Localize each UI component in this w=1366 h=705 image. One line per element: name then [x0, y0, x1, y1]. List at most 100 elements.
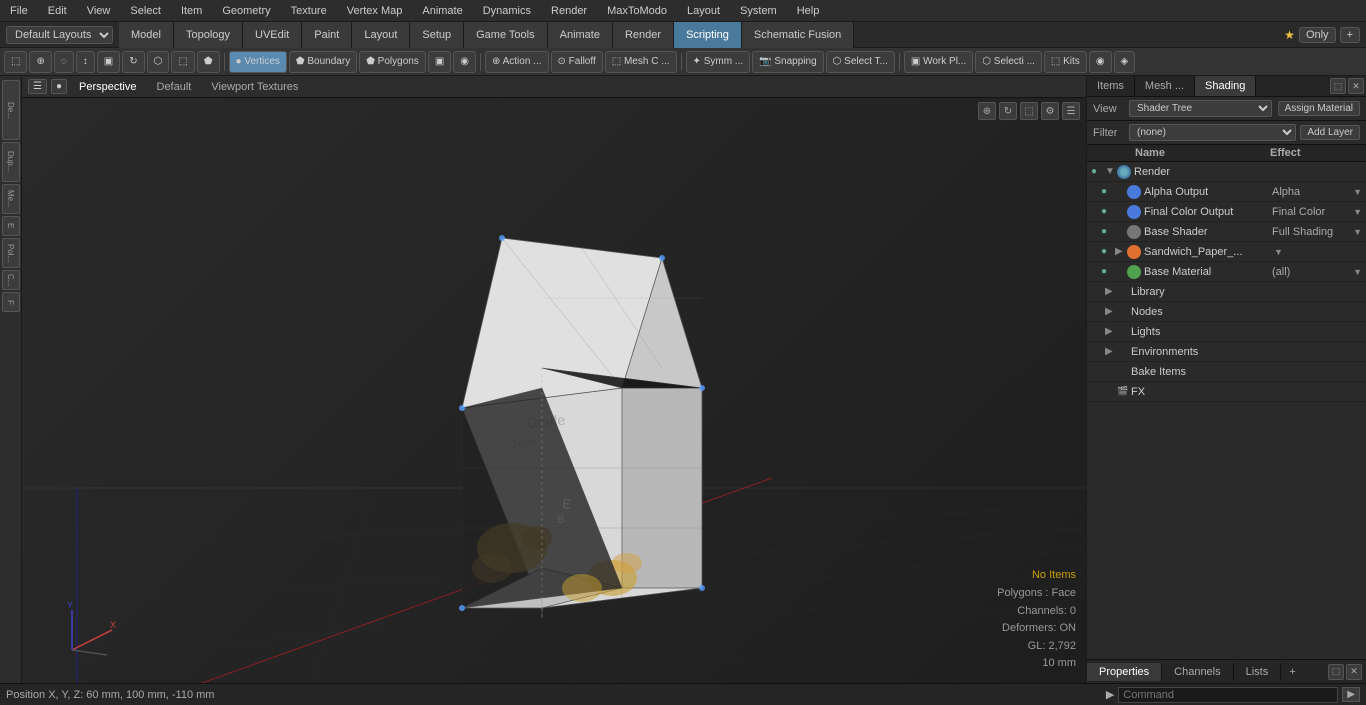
menu-texture[interactable]: Texture — [285, 5, 333, 17]
tree-item-nodes[interactable]: ● ▶ Nodes — [1087, 302, 1366, 322]
bottom-close-btn[interactable]: ✕ — [1346, 664, 1362, 680]
bottom-tab-properties[interactable]: Properties — [1087, 663, 1162, 681]
join-btn[interactable]: ⬟ — [197, 51, 220, 73]
eye-bake-items[interactable]: ● — [1091, 366, 1105, 377]
mirror-btn[interactable]: ⬚ — [171, 51, 194, 73]
default-label[interactable]: Default — [149, 81, 200, 93]
vp-icon-fit[interactable]: ⬚ — [1020, 102, 1038, 120]
sidebar-pol-btn[interactable]: Pol... — [2, 238, 20, 268]
only-button[interactable]: Only — [1299, 27, 1336, 43]
menu-item[interactable]: Item — [175, 5, 208, 17]
sidebar-dup-btn[interactable]: Dup... — [2, 142, 20, 182]
assign-material-btn[interactable]: Assign Material — [1278, 101, 1360, 116]
vp-icon-menu[interactable]: ☰ — [1062, 102, 1080, 120]
lasso-btn[interactable]: ◌ — [54, 51, 74, 73]
work-plane-btn[interactable]: ▣ Work Pl... — [904, 51, 973, 73]
tree-item-environments[interactable]: ● ▶ Environments — [1087, 342, 1366, 362]
polygons-btn[interactable]: ⬟ Polygons — [359, 51, 426, 73]
eye-environments[interactable]: ● — [1091, 346, 1105, 357]
eye-nodes[interactable]: ● — [1091, 306, 1105, 317]
menu-maxtomodo[interactable]: MaxToModo — [601, 5, 673, 17]
extra-view-btn[interactable]: ◈ — [1114, 51, 1136, 73]
rpanel-close-btn[interactable]: ✕ — [1348, 78, 1364, 94]
menu-select[interactable]: Select — [124, 5, 167, 17]
tab-game-tools[interactable]: Game Tools — [464, 22, 548, 48]
tab-uvedit[interactable]: UVEdit — [243, 22, 302, 48]
eye-base-material[interactable]: ● — [1101, 266, 1115, 277]
tree-item-library[interactable]: ● ▶ Library — [1087, 282, 1366, 302]
bottom-expand-btn[interactable]: ⬚ — [1328, 664, 1344, 680]
mesh-btn[interactable]: ⬚ Mesh C ... — [605, 51, 677, 73]
menu-edit[interactable]: Edit — [42, 5, 73, 17]
eye-library[interactable]: ● — [1091, 286, 1105, 297]
menu-dynamics[interactable]: Dynamics — [477, 5, 537, 17]
tab-scripting[interactable]: Scripting — [674, 22, 742, 48]
tab-setup[interactable]: Setup — [410, 22, 464, 48]
sidebar-e-btn[interactable]: E — [2, 216, 20, 236]
sidebar-mesh-btn[interactable]: Me... — [2, 184, 20, 214]
arrow-library[interactable]: ▶ — [1105, 286, 1117, 297]
tab-animate[interactable]: Animate — [548, 22, 613, 48]
eye-alpha-output[interactable]: ● — [1101, 186, 1115, 197]
falloff-btn[interactable]: ⊙ Falloff — [551, 51, 603, 73]
tree-item-base-shader[interactable]: ● Base Shader Full Shading ▼ — [1087, 222, 1366, 242]
menu-layout[interactable]: Layout — [681, 5, 726, 17]
menu-help[interactable]: Help — [791, 5, 826, 17]
nav-btn[interactable]: ⬚ — [4, 51, 27, 73]
add-layer-btn[interactable]: Add Layer — [1300, 125, 1360, 140]
globe-btn[interactable]: ⊕ — [29, 51, 51, 73]
status-arrow[interactable]: ▶ — [1106, 688, 1114, 701]
textures-label[interactable]: Viewport Textures — [203, 81, 306, 93]
sidebar-top-btn[interactable]: De... — [2, 80, 20, 140]
selection-btn[interactable]: ⬡ Selecti ... — [975, 51, 1042, 73]
tree-item-base-material[interactable]: ● Base Material (all) ▼ — [1087, 262, 1366, 282]
tab-model[interactable]: Model — [119, 22, 174, 48]
eye-render[interactable]: ● — [1091, 166, 1105, 177]
sidebar-c-btn[interactable]: C... — [2, 270, 20, 290]
menu-geometry[interactable]: Geometry — [216, 5, 276, 17]
filter-select[interactable]: (none) — [1129, 124, 1296, 141]
bottom-plus-btn[interactable]: + — [1281, 663, 1303, 681]
tab-render[interactable]: Render — [613, 22, 674, 48]
action-btn[interactable]: ⊕ Action ... — [485, 51, 549, 73]
menu-vertex-map[interactable]: Vertex Map — [341, 5, 409, 17]
viewport-toggle-btn[interactable]: ● — [51, 79, 67, 94]
sidebar-f-btn[interactable]: F — [2, 292, 20, 312]
eye-fx[interactable]: ● — [1091, 386, 1105, 397]
eye-sandwich-paper[interactable]: ● — [1101, 246, 1115, 257]
view-select[interactable]: Shader Tree — [1129, 100, 1272, 117]
extra-mode-btn[interactable]: ◉ — [453, 51, 476, 73]
rpanel-tab-shading[interactable]: Shading — [1195, 76, 1256, 96]
tree-item-bake-items[interactable]: ● Bake Items — [1087, 362, 1366, 382]
tab-schematic-fusion[interactable]: Schematic Fusion — [742, 22, 854, 48]
bottom-tab-lists[interactable]: Lists — [1234, 663, 1282, 681]
tree-item-fx[interactable]: ● 🎬 FX — [1087, 382, 1366, 402]
layout-dropdown[interactable]: Default Layouts — [6, 26, 113, 44]
shape-btn[interactable]: ▣ — [428, 51, 451, 73]
vertices-btn[interactable]: ● Vertices — [229, 51, 287, 73]
snapping-btn[interactable]: 📷 Snapping — [752, 51, 824, 73]
tree-item-lights[interactable]: ● ▶ Lights — [1087, 322, 1366, 342]
menu-file[interactable]: File — [4, 5, 34, 17]
menu-view[interactable]: View — [81, 5, 117, 17]
menu-system[interactable]: System — [734, 5, 783, 17]
rot-btn[interactable]: ↻ — [122, 51, 144, 73]
bottom-tab-channels[interactable]: Channels — [1162, 663, 1233, 681]
viewport-canvas[interactable]: Graffe 1eed E B — [22, 98, 1086, 683]
eye-final-color[interactable]: ● — [1101, 206, 1115, 217]
box-btn[interactable]: ▣ — [97, 51, 120, 73]
scale-btn[interactable]: ⬡ — [147, 51, 170, 73]
arrows-btn[interactable]: ↕ — [76, 51, 95, 73]
rpanel-tab-items[interactable]: Items — [1087, 76, 1135, 96]
eye-base-shader[interactable]: ● — [1101, 226, 1115, 237]
view-mode-btn[interactable]: ◉ — [1089, 51, 1112, 73]
eye-lights[interactable]: ● — [1091, 326, 1105, 337]
tab-topology[interactable]: Topology — [174, 22, 243, 48]
select-tool-btn[interactable]: ⬡ Select T... — [826, 51, 895, 73]
arrow-sandwich-paper[interactable]: ▶ — [1115, 246, 1127, 257]
perspective-label[interactable]: Perspective — [71, 81, 144, 93]
kits-btn[interactable]: ⬚ Kits — [1044, 51, 1087, 73]
vp-icon-rot[interactable]: ↻ — [999, 102, 1017, 120]
arrow-environments[interactable]: ▶ — [1105, 346, 1117, 357]
rpanel-tab-mesh[interactable]: Mesh ... — [1135, 76, 1195, 96]
